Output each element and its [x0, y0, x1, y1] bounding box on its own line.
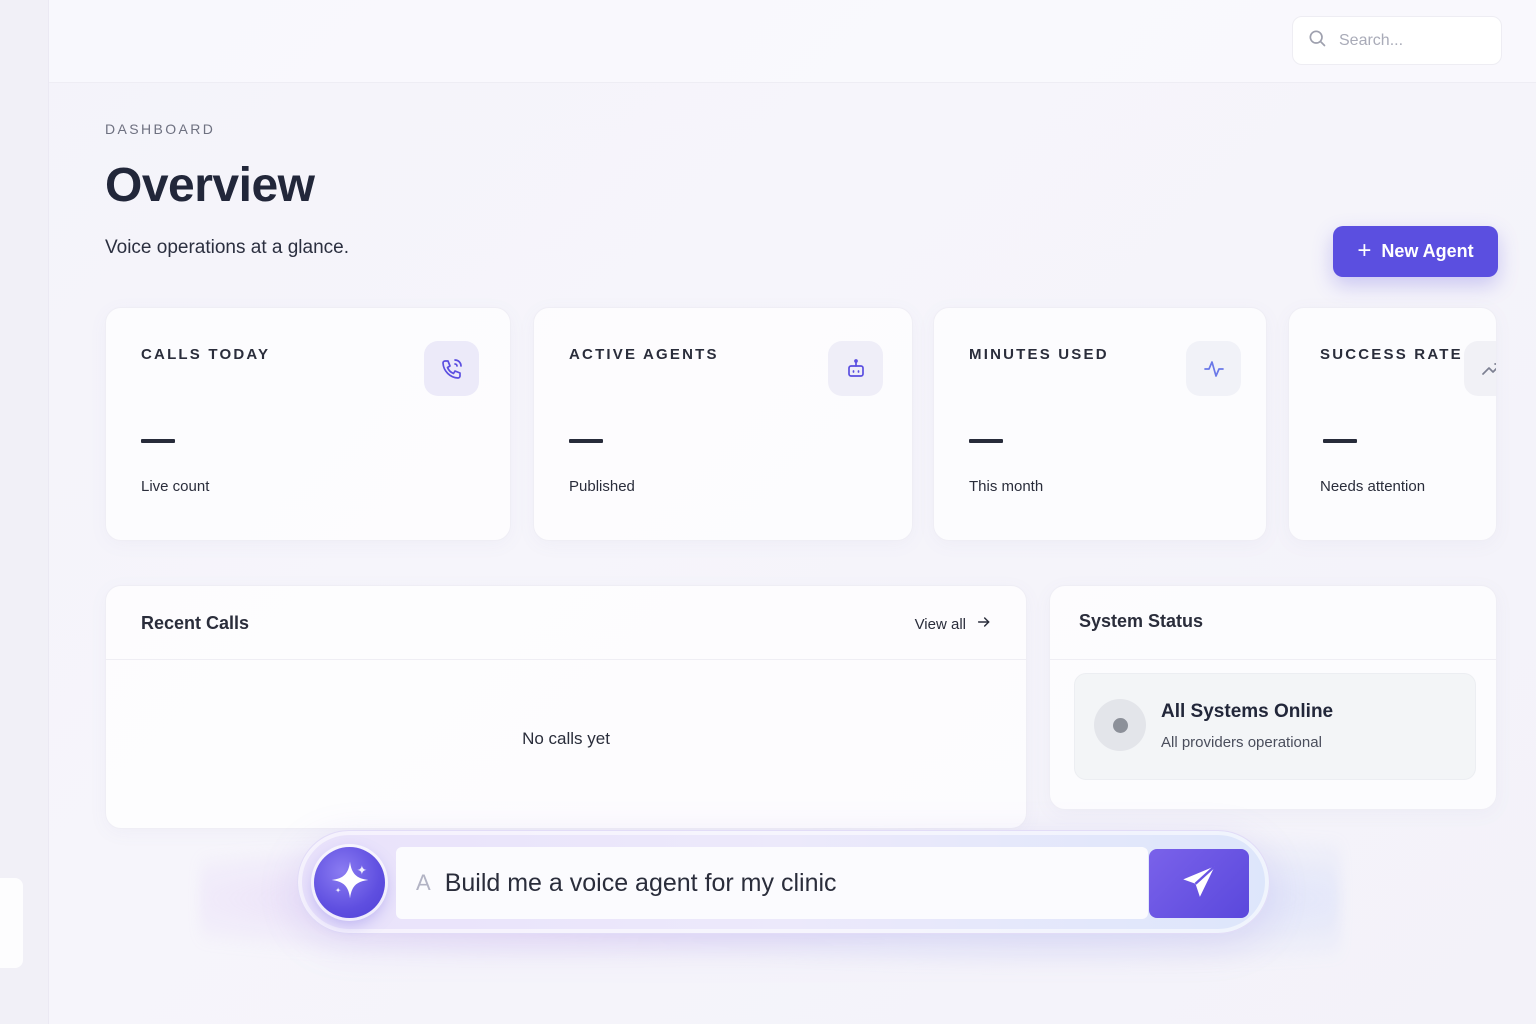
search-icon [1307, 28, 1327, 53]
search-input[interactable] [1339, 31, 1479, 50]
stat-label: ACTIVE AGENTS [569, 346, 719, 363]
stat-value: — [569, 439, 603, 443]
stat-caption: Live count [141, 478, 210, 495]
activity-icon [1186, 341, 1241, 396]
stat-card-active-agents: ACTIVE AGENTS — Published [533, 307, 913, 541]
view-all-label: View all [914, 615, 966, 633]
search-box[interactable] [1292, 16, 1502, 65]
new-agent-button[interactable]: + New Agent [1333, 226, 1498, 277]
stat-caption: Published [569, 478, 635, 495]
view-all-link[interactable]: View all [915, 614, 992, 634]
prompt-input[interactable] [444, 868, 1125, 898]
stat-label: MINUTES USED [969, 346, 1109, 363]
phone-icon [424, 341, 479, 396]
send-button[interactable] [1149, 849, 1249, 918]
sparkle-icon [328, 858, 372, 907]
breadcrumb: DASHBOARD [105, 121, 216, 137]
stat-caption: Needs attention [1320, 478, 1426, 495]
stat-card-success-rate: SUCCESS RATE — Needs attention [1288, 307, 1497, 541]
status-dot-icon [1112, 717, 1128, 733]
divider [106, 659, 1026, 660]
sidebar-collapse-tab[interactable] [0, 878, 23, 968]
stat-value: — [1323, 439, 1357, 443]
stat-caption: This month [969, 478, 1044, 495]
sparkle-button[interactable] [314, 847, 385, 918]
page-title: Overview [105, 159, 315, 212]
page-subtitle: Voice operations at a glance. [105, 237, 350, 258]
status-title: All Systems Online [1161, 701, 1334, 722]
sidebar [0, 0, 49, 1024]
empty-state: No calls yet [522, 729, 610, 748]
prompt-bar: A [297, 830, 1270, 934]
stat-value: — [141, 439, 175, 443]
bot-icon [828, 341, 883, 396]
text-cursor-icon: A [416, 870, 431, 895]
recent-calls-panel: Recent Calls View all No calls yet [105, 585, 1027, 829]
system-status-panel: System Status All Systems Online All pro… [1049, 585, 1497, 810]
status-card: All Systems Online All providers operati… [1074, 673, 1476, 780]
trending-up-icon [1464, 341, 1496, 396]
top-bar [49, 0, 1536, 83]
divider [1050, 659, 1496, 660]
stat-label: CALLS TODAY [141, 346, 271, 363]
prompt-field[interactable]: A [396, 847, 1148, 919]
new-agent-label: New Agent [1381, 241, 1474, 261]
stat-card-minutes-used: MINUTES USED — This month [933, 307, 1267, 541]
panel-title: System Status [1079, 611, 1204, 631]
plus-icon: + [1357, 236, 1372, 264]
panel-title: Recent Calls [141, 613, 250, 633]
send-icon [1178, 861, 1220, 906]
stat-value: — [969, 439, 1003, 443]
status-subtitle: All providers operational [1161, 734, 1322, 751]
arrow-right-icon [976, 614, 992, 634]
status-indicator [1094, 699, 1146, 751]
stat-card-calls-today: CALLS TODAY — Live count [105, 307, 511, 541]
stat-label: SUCCESS RATE [1320, 346, 1463, 363]
